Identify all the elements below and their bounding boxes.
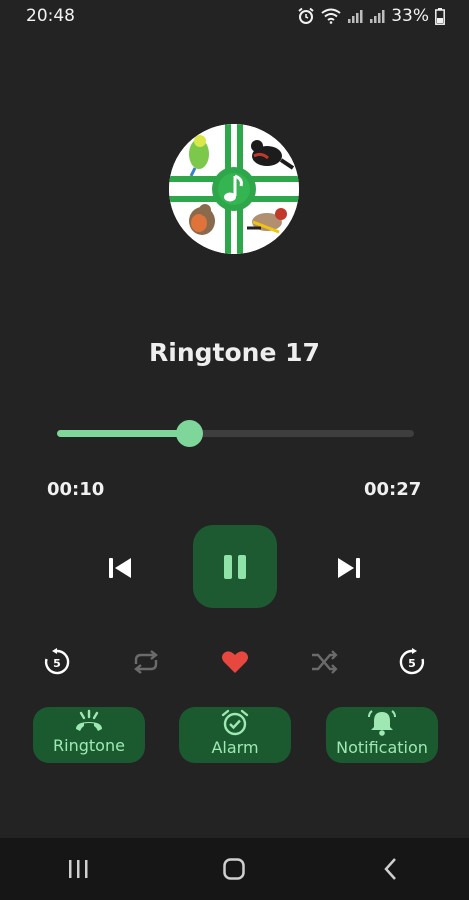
- status-icons: 33%: [297, 6, 445, 26]
- heart-icon: [222, 651, 248, 673]
- status-bar: 20:48 33%: [0, 0, 469, 32]
- shuffle-button[interactable]: [307, 646, 341, 678]
- bell-icon: [368, 710, 396, 736]
- pause-button[interactable]: [193, 525, 277, 608]
- track-title: Ringtone 17: [149, 338, 320, 367]
- previous-button[interactable]: [101, 550, 139, 586]
- repeat-button[interactable]: [129, 646, 163, 678]
- forward-5-button[interactable]: 5: [396, 646, 428, 678]
- progress-fill: [57, 430, 190, 437]
- home-button[interactable]: [204, 857, 264, 881]
- alarm-label: Alarm: [211, 738, 259, 757]
- next-icon: [338, 558, 360, 578]
- album-art-image: [169, 124, 299, 254]
- signal-icon: [370, 10, 385, 23]
- back-button[interactable]: [361, 857, 421, 881]
- svg-text:5: 5: [408, 657, 416, 670]
- progress-slider[interactable]: [57, 420, 414, 447]
- shuffle-icon: [312, 650, 338, 674]
- elapsed-time: 00:10: [47, 479, 105, 500]
- status-time: 20:48: [26, 6, 75, 26]
- pause-icon: [224, 554, 246, 579]
- phone-ringing-icon: [76, 709, 102, 731]
- signal-icon: [348, 10, 363, 23]
- svg-text:5: 5: [53, 657, 61, 670]
- previous-icon: [109, 558, 131, 578]
- forward-5-icon: 5: [399, 648, 425, 675]
- recent-apps-button[interactable]: [48, 858, 108, 880]
- set-alarm-button[interactable]: Alarm: [179, 707, 291, 763]
- progress-thumb[interactable]: [176, 420, 204, 447]
- next-button[interactable]: [330, 550, 368, 586]
- wifi-icon: [321, 8, 341, 24]
- battery-percent: 33%: [391, 6, 429, 26]
- album-art: [169, 124, 299, 254]
- notification-label: Notification: [336, 738, 428, 757]
- ringtone-label: Ringtone: [53, 736, 125, 755]
- battery-icon: [435, 7, 445, 25]
- back-icon: [384, 858, 396, 880]
- alarm-icon: [298, 7, 314, 24]
- favorite-button[interactable]: [218, 646, 252, 678]
- recent-apps-icon: [69, 860, 88, 878]
- repeat-icon: [134, 650, 158, 674]
- rewind-5-icon: 5: [44, 648, 70, 675]
- navigation-bar: [0, 838, 469, 900]
- rewind-5-button[interactable]: 5: [41, 646, 73, 678]
- duration-time: 00:27: [364, 479, 422, 500]
- set-ringtone-button[interactable]: Ringtone: [33, 707, 145, 763]
- set-notification-button[interactable]: Notification: [326, 707, 438, 763]
- alarm-clock-icon: [221, 709, 249, 736]
- home-icon: [223, 858, 246, 880]
